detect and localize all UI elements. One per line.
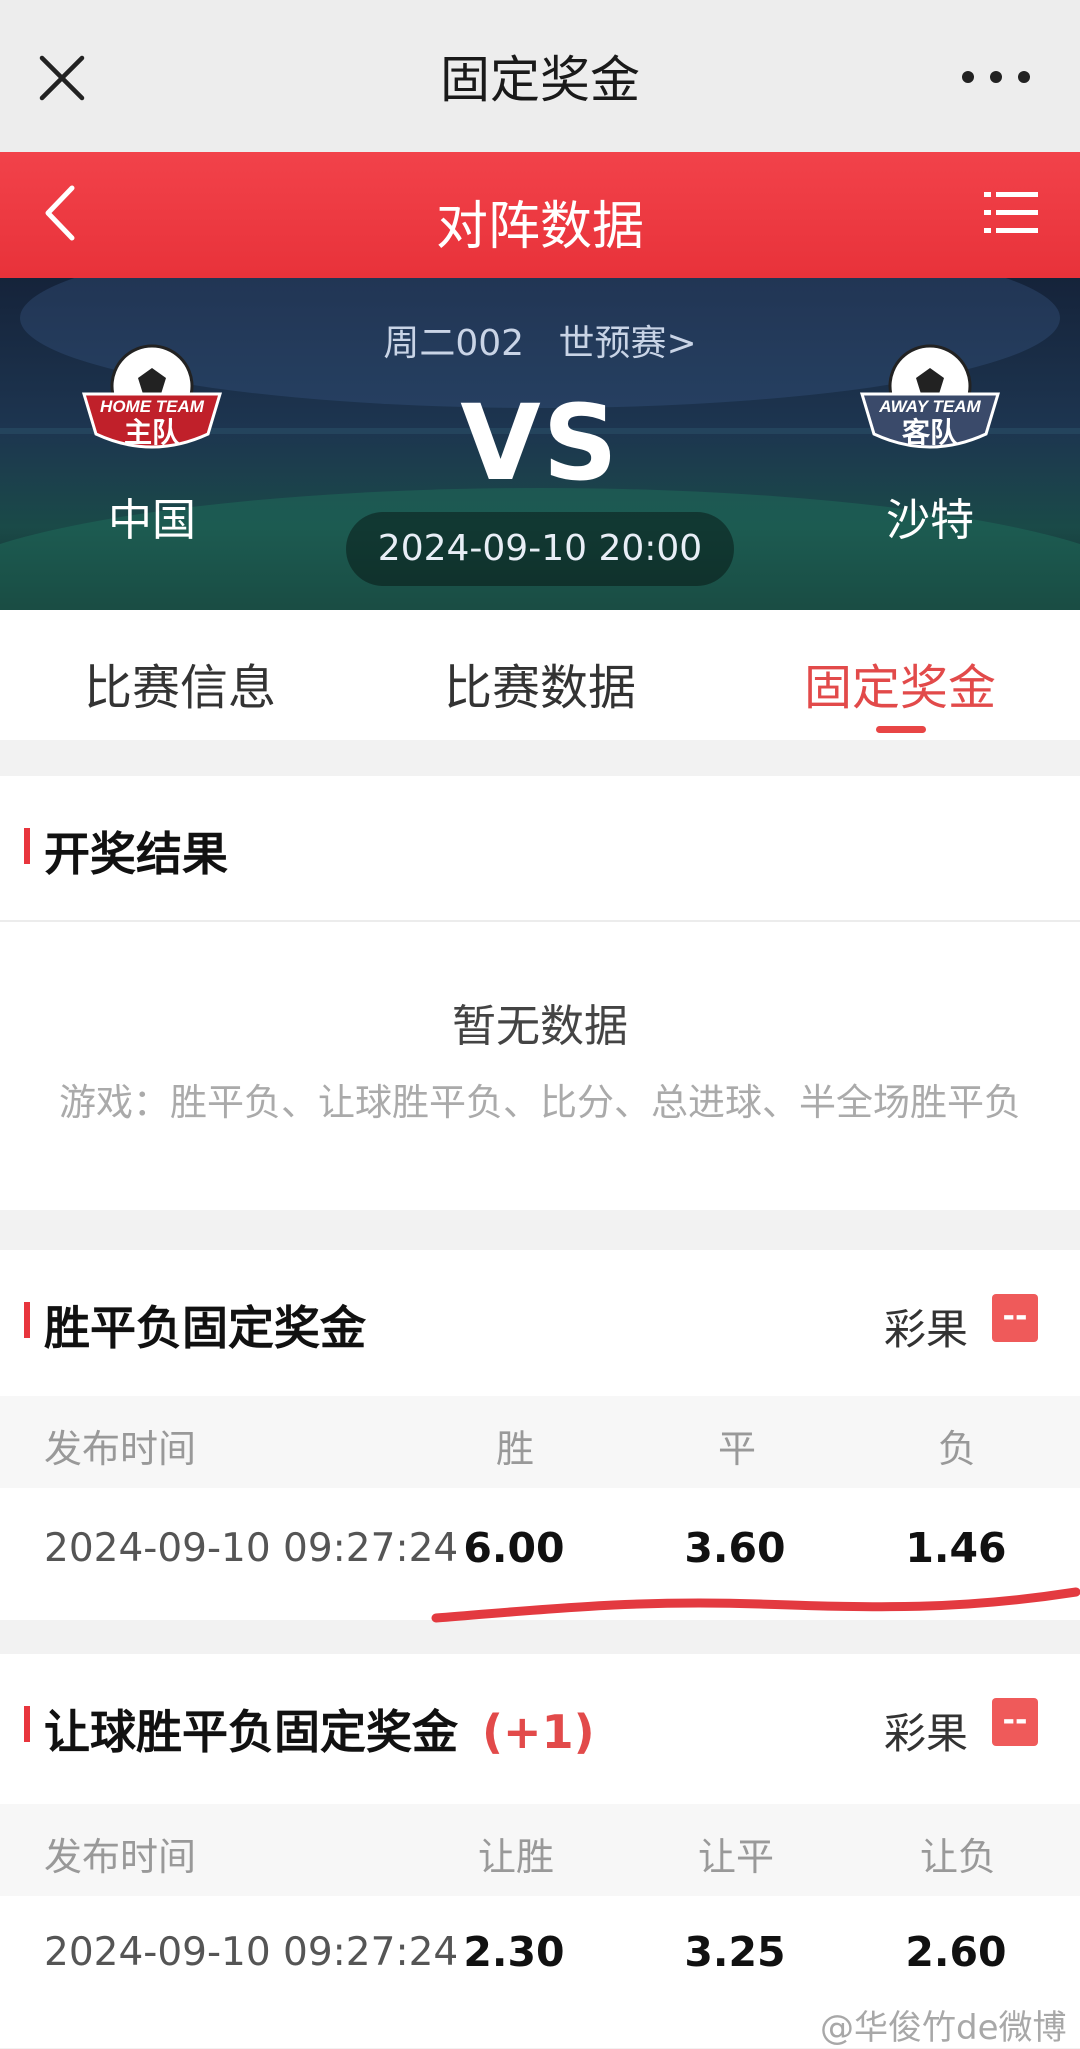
svg-text:AWAY TEAM: AWAY TEAM (878, 397, 981, 416)
svg-text:主队: 主队 (124, 416, 181, 449)
match-code: 周二002 (383, 323, 525, 364)
result-badge[interactable]: -- (992, 1294, 1038, 1342)
league-link[interactable]: 世预赛> (558, 323, 696, 364)
weibo-watermark: @华俊竹de微博 (820, 2008, 1067, 2048)
col-win: 胜 (496, 1427, 535, 1471)
section-marker (24, 1302, 30, 1338)
header-bar: 对阵数据 (0, 152, 1080, 278)
tab-bar: 比赛信息 比赛数据 固定奖金 (0, 610, 1080, 740)
active-tab-indicator (876, 726, 926, 733)
col-handicap-draw: 让平 (698, 1835, 775, 1879)
home-team-badge: HOME TEAM 主队 (81, 344, 223, 449)
row-time: 2024-09-10 09:27:24 (44, 1930, 459, 1975)
divider (0, 920, 1080, 922)
col-handicap-lose: 让负 (920, 1835, 997, 1879)
home-team-name: 中国 (108, 495, 196, 546)
tab-match-data[interactable]: 比赛数据 (390, 648, 690, 718)
odds-handicap-win: 2.30 (463, 1928, 565, 1976)
odds-handicap-lose: 2.60 (905, 1928, 1007, 1976)
wdl-title: 胜平负固定奖金 (44, 1301, 366, 1355)
col-publish-time: 发布时间 (44, 1835, 197, 1879)
page-title: 固定奖金 (440, 51, 640, 109)
results-header: 开奖结果 (0, 776, 1080, 916)
wdl-table-header: 发布时间 胜 平 负 (0, 1396, 1080, 1488)
col-publish-time: 发布时间 (44, 1427, 197, 1471)
handicap-header: 让球胜平负固定奖金 (+1) 彩果 -- (0, 1654, 1080, 1794)
wdl-header: 胜平负固定奖金 彩果 -- (0, 1250, 1080, 1390)
handicap-value: (+1) (482, 1705, 595, 1759)
section-marker (24, 828, 30, 864)
result-label: 彩果 (883, 1709, 968, 1758)
svg-text:HOME TEAM: HOME TEAM (100, 397, 205, 416)
col-handicap-win: 让胜 (478, 1835, 555, 1879)
games-list-text: 游戏：胜平负、让球胜平负、比分、总进球、半全场胜平负 (59, 1081, 1021, 1124)
away-team-name: 沙特 (886, 495, 974, 546)
tab-match-info[interactable]: 比赛信息 (30, 648, 330, 718)
more-icon[interactable] (960, 62, 1032, 92)
result-badge[interactable]: -- (992, 1698, 1038, 1746)
handicap-odds-card: 让球胜平负固定奖金 (+1) 彩果 -- 发布时间 让胜 让平 让负 2024-0… (0, 1654, 1080, 2048)
kickoff-time: 2024-09-10 20:00 (346, 512, 734, 586)
result-label: 彩果 (883, 1305, 968, 1354)
results-title: 开奖结果 (44, 827, 228, 881)
handicap-table-header: 发布时间 让胜 让平 让负 (0, 1804, 1080, 1896)
wechat-topbar: 固定奖金 (0, 0, 1080, 152)
away-team-badge: AWAY TEAM 客队 (859, 344, 1001, 449)
section-marker (24, 1706, 30, 1742)
hand-drawn-underline (431, 1587, 1080, 1623)
list-menu-icon[interactable] (984, 188, 1038, 238)
col-draw: 平 (718, 1427, 757, 1471)
odds-handicap-draw: 3.25 (684, 1928, 786, 1976)
svg-text:客队: 客队 (902, 416, 959, 449)
match-banner: 周二002 世预赛> VS 2024-09-10 20:00 HOME TEAM… (0, 278, 1080, 610)
empty-state-text: 暂无数据 (452, 1001, 628, 1052)
header-title: 对阵数据 (435, 197, 644, 257)
tab-fixed-odds[interactable]: 固定奖金 (750, 648, 1050, 718)
col-lose: 负 (938, 1427, 977, 1471)
handicap-title: 让球胜平负固定奖金 (+1) (44, 1705, 595, 1759)
